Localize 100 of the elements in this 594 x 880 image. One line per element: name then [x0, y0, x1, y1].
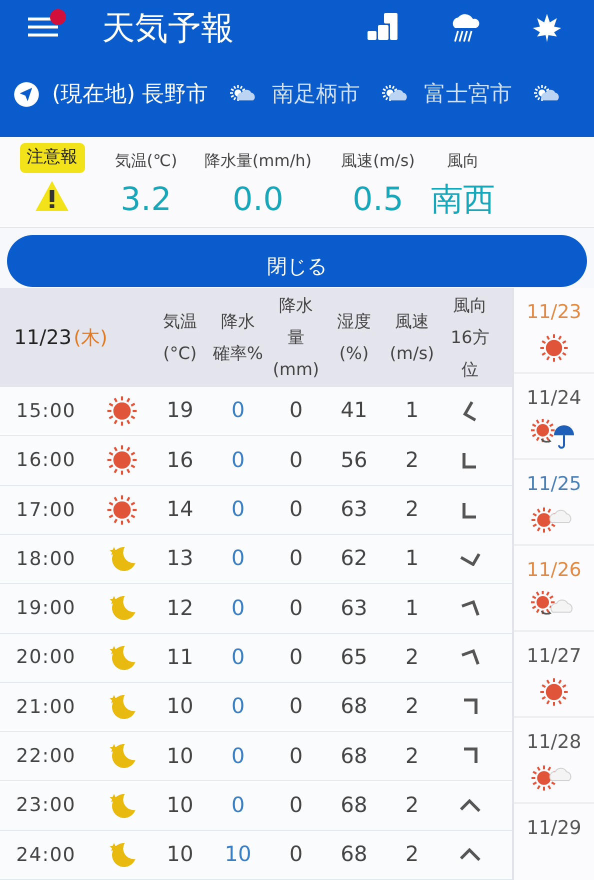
- column-header: 量: [288, 326, 304, 350]
- time-cell-text: 22:00: [15, 744, 77, 769]
- wind-speed-cell-text: 2: [404, 644, 420, 671]
- wind-direction-icon: [462, 451, 478, 470]
- sun-to-umbrella-icon: [531, 418, 577, 448]
- precip-chance-cell-text: 0: [230, 594, 246, 622]
- column-header: 確率%: [212, 342, 264, 366]
- wind-speed-cell-text: 1: [404, 594, 420, 622]
- precip-chance-cell-text: 0: [230, 742, 246, 770]
- column-header: 風速: [395, 310, 429, 334]
- precip-amount-cell-text: 0: [288, 496, 304, 524]
- location-tab[interactable]: (現在地) 長野市: [13, 78, 208, 111]
- humidity-cell-text: 68: [340, 792, 368, 819]
- location-tab[interactable]: 南足柄市: [230, 78, 360, 111]
- precip-chance-cell-text: 0: [230, 693, 246, 720]
- humidity-cell-text: 68: [340, 742, 368, 770]
- wind-speed-cell-text: 2: [404, 446, 420, 474]
- column-header: 位: [462, 358, 478, 382]
- day-date: 11/23: [526, 300, 582, 325]
- column-header: (°C): [163, 342, 197, 366]
- alert-badge: 注意報: [20, 143, 84, 172]
- stat-label: 気温(℃): [114, 150, 178, 172]
- stat-value: 0.5: [352, 179, 404, 219]
- humidity-cell-text: 68: [340, 841, 368, 868]
- day-tab[interactable]: 11/29: [514, 804, 594, 880]
- stat-value: 南西: [431, 179, 495, 219]
- wind-speed-cell-text: 1: [404, 545, 420, 572]
- time-cell-text: 16:00: [15, 448, 77, 474]
- column-header: 16方: [450, 326, 490, 350]
- sun-icon: [106, 395, 138, 428]
- stat-value: 0.0: [232, 179, 284, 219]
- precip-chance-cell-text: 0: [230, 496, 246, 524]
- location-tab[interactable]: 富士宮市: [382, 78, 512, 111]
- day-date: 11/28: [526, 730, 582, 755]
- humidity-cell-text: 65: [340, 644, 368, 671]
- column-header: 降水: [221, 310, 255, 334]
- time-cell-text: 24:00: [15, 842, 77, 868]
- wind-speed-cell-text: 2: [404, 742, 420, 770]
- wind-speed-cell-text: 1: [404, 397, 420, 424]
- humidity-cell-text: 68: [340, 693, 368, 720]
- day-tab[interactable]: 11/28: [514, 718, 594, 804]
- sun-icon: [539, 332, 569, 362]
- wind-speed-cell-text: 2: [404, 792, 420, 819]
- temperature-cell-text: 10: [166, 693, 194, 720]
- time-cell-text: 19:00: [15, 596, 77, 622]
- temperature-cell-text: 11: [166, 644, 194, 671]
- day-date: 11/24: [526, 386, 582, 411]
- precip-amount-cell-text: 0: [288, 397, 304, 424]
- time-cell-text: 23:00: [15, 793, 77, 818]
- precip-amount-cell-text: 0: [288, 792, 304, 819]
- wind-speed-cell-text: 2: [404, 496, 420, 524]
- day-date: 11/27: [526, 644, 582, 669]
- precip-amount-cell-text: 0: [288, 693, 304, 720]
- column-header: 気温: [163, 310, 197, 334]
- wind-direction-icon: [462, 500, 478, 519]
- column-header: 湿度: [337, 310, 371, 334]
- temperature-cell-text: 10: [166, 792, 194, 819]
- precip-chance-cell-text: 0: [230, 644, 246, 671]
- wind-direction-icon: [458, 552, 482, 566]
- sun-icon: [539, 676, 569, 706]
- day-date: 11/26: [526, 558, 582, 583]
- column-header: 風向: [453, 294, 487, 318]
- temperature-cell-text: 14: [166, 496, 194, 524]
- day-tab[interactable]: 11/24: [514, 374, 594, 460]
- precip-chance-cell-text: 0: [230, 545, 246, 572]
- wind-direction-icon: [462, 400, 478, 422]
- humidity-cell-text: 63: [340, 594, 368, 622]
- precip-chance-cell-text: 0: [230, 397, 246, 424]
- app-title: 天気予報: [102, 7, 235, 50]
- sun-icon: [106, 494, 138, 526]
- temperature-cell-text: 10: [166, 841, 194, 868]
- wind-speed-cell-text: 2: [404, 693, 420, 720]
- wind-direction-icon: [460, 649, 480, 666]
- temperature-cell-text: 12: [166, 594, 194, 622]
- time-cell-text: 15:00: [15, 398, 77, 424]
- precip-amount-cell-text: 0: [288, 594, 304, 622]
- time-cell-text: 18:00: [15, 546, 77, 572]
- precip-amount-cell-text: 0: [288, 742, 304, 770]
- day-date: 11/25: [526, 472, 582, 497]
- sun-icon: [106, 444, 138, 476]
- temperature-cell-text: 10: [166, 742, 194, 770]
- humidity-cell-text: 56: [340, 446, 368, 474]
- day-tab[interactable]: 11/25: [514, 460, 594, 546]
- day-tab[interactable]: 11/27: [514, 632, 594, 718]
- close-button[interactable]: 閉じる: [7, 235, 587, 287]
- temperature-cell-text: 13: [166, 545, 194, 572]
- wind-direction-icon: [462, 698, 478, 716]
- humidity-cell-text: 41: [340, 397, 368, 424]
- time-cell-text: 20:00: [15, 645, 77, 670]
- humidity-cell-text: 63: [340, 496, 368, 524]
- precip-amount-cell-text: 0: [288, 644, 304, 671]
- menu-icon[interactable]: [26, 15, 60, 39]
- date-heading: 11/23(木): [13, 324, 108, 352]
- temperature-cell-text: 16: [166, 446, 194, 474]
- wind-direction-icon: [458, 848, 482, 862]
- humidity-cell-text: 62: [340, 545, 368, 572]
- stat-label: 風速(m/s): [341, 150, 415, 172]
- stat-label: 降水量(mm/h): [204, 150, 312, 172]
- precip-chance-cell-text: 10: [224, 841, 252, 868]
- wind-speed-cell-text: 2: [404, 841, 420, 868]
